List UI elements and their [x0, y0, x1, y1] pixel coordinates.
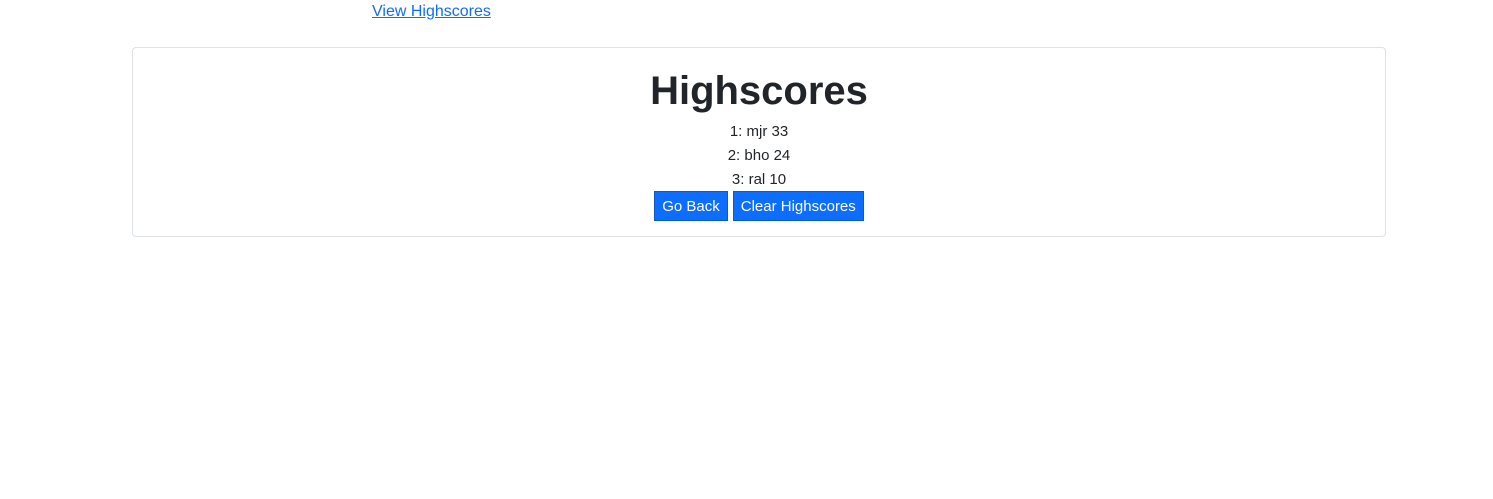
highscore-entry: 1: mjr 33	[729, 123, 789, 140]
highscore-list: 1: mjr 33 2: bho 24 3: ral 10	[133, 120, 1385, 192]
go-back-button[interactable]: Go Back	[654, 191, 728, 221]
button-row: Go Back Clear Highscores	[133, 191, 1385, 221]
clear-highscores-button[interactable]: Clear Highscores	[732, 191, 864, 221]
highscores-card: Highscores 1: mjr 33 2: bho 24 3: ral 10…	[132, 47, 1386, 237]
top-nav: View Highscores	[372, 2, 491, 22]
page-title: Highscores	[650, 69, 868, 113]
highscore-entry: 3: ral 10	[731, 171, 787, 188]
highscore-entry: 2: bho 24	[727, 147, 791, 164]
view-highscores-link[interactable]: View Highscores	[372, 3, 491, 20]
